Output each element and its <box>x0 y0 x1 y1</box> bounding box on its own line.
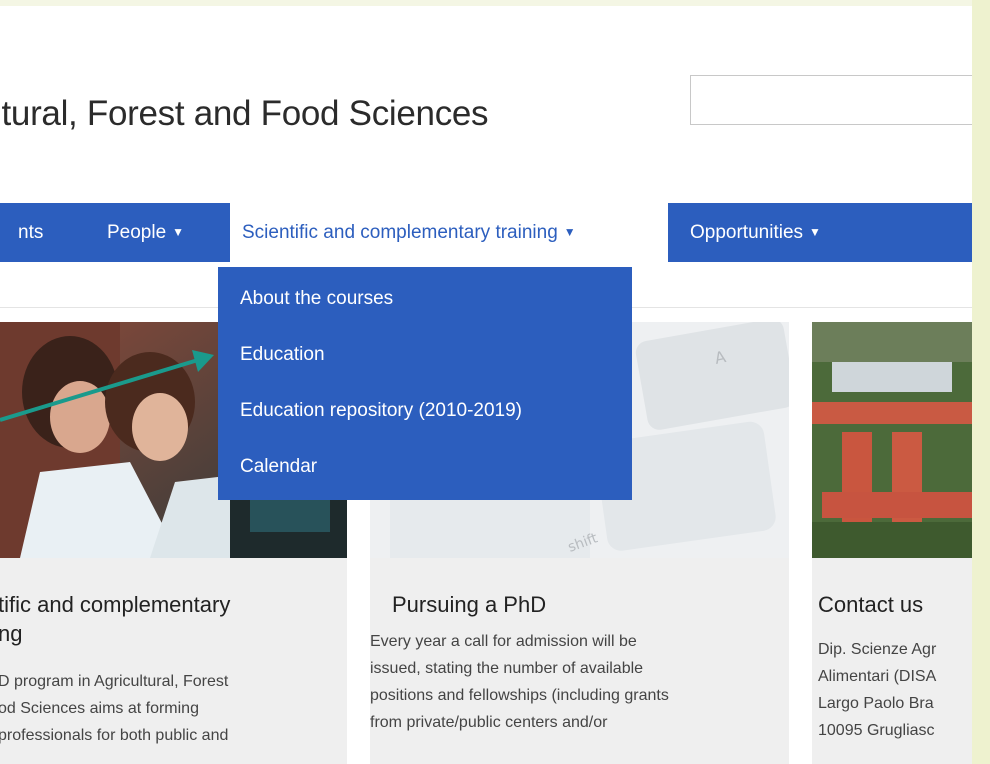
arrow-head-icon <box>192 350 214 372</box>
annotation-arrow <box>0 350 214 422</box>
arrow-line <box>0 358 199 422</box>
page: ltural, Forest and Food Sciences nts Peo… <box>0 0 972 764</box>
